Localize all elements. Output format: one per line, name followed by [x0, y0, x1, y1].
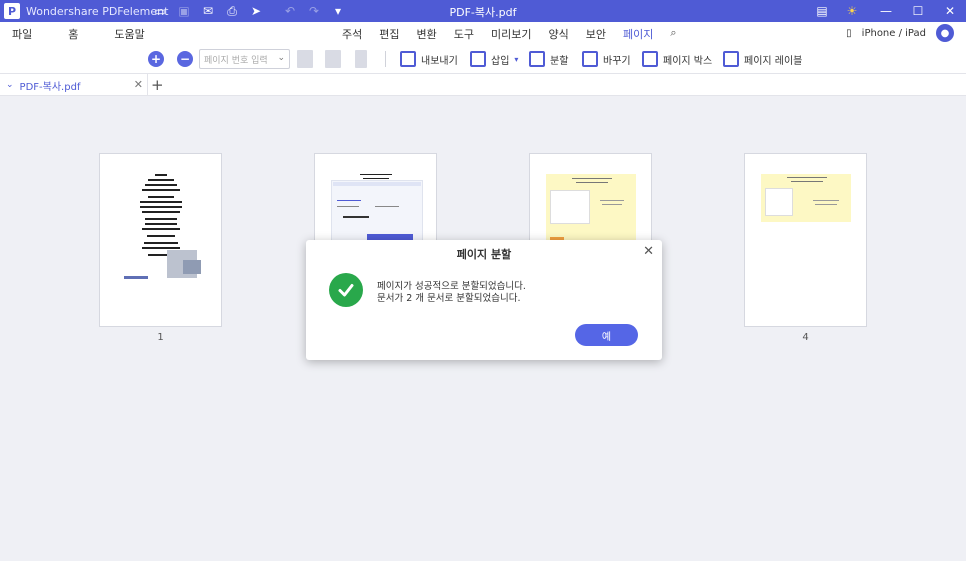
title-bar: P Wondershare PDFelement ▭ ▣ ✉ ⎙ ➤ ↶ ↷ ▾… — [0, 0, 966, 22]
quick-access-toolbar: ▭ ▣ ✉ ⎙ ➤ ↶ ↷ ▾ — [152, 3, 346, 19]
menu-protect[interactable]: 보안 — [586, 26, 606, 46]
page-label-icon — [723, 51, 739, 67]
menu-tools[interactable]: 도구 — [454, 26, 474, 46]
maximize-icon[interactable]: ☐ — [902, 0, 934, 22]
search-icon[interactable]: ⌕ — [670, 26, 676, 46]
share-icon[interactable]: ➤ — [248, 3, 264, 19]
user-avatar[interactable]: ● — [936, 24, 954, 42]
replace-button[interactable]: 바꾸기 — [582, 51, 631, 67]
customize-dropdown-icon[interactable]: ▾ — [330, 3, 346, 19]
page-thumbnail[interactable] — [99, 153, 222, 327]
menu-tabs: 주석 편집 변환 도구 미리보기 양식 보안 페이지 ⌕ — [342, 26, 677, 46]
insert-icon — [470, 51, 486, 67]
menu-file[interactable]: 파일 — [12, 26, 32, 42]
close-icon[interactable]: ✕ — [643, 244, 654, 259]
page-number-placeholder: 페이지 번호 입력 — [204, 56, 268, 66]
menu-comment[interactable]: 주석 — [342, 26, 362, 46]
check-icon — [338, 284, 354, 297]
document-tabs: ⌄ PDF-복사.pdf ✕ + — [0, 74, 966, 96]
split-icon — [529, 51, 545, 67]
success-check-icon — [329, 273, 363, 307]
titlebar-extras: ▤ ☀ — [814, 3, 860, 19]
replace-icon — [582, 51, 598, 67]
export-icon — [400, 51, 416, 67]
menu-convert[interactable]: 변환 — [417, 26, 437, 46]
page-number: 1 — [157, 332, 164, 343]
dialog-message-line2: 문서가 2 개 문서로 분할되었습니다. — [377, 293, 521, 304]
menu-left: 파일 홈 도움말 — [12, 26, 145, 42]
page-box-button[interactable]: 페이지 박스 — [642, 51, 712, 67]
chevron-down-icon: ▾ — [514, 54, 519, 64]
zoom-out-icon[interactable]: − — [177, 51, 193, 67]
page-box-label: 페이지 박스 — [663, 55, 713, 67]
export-label: 내보내기 — [421, 55, 458, 67]
menu-help[interactable]: 도움말 — [114, 26, 144, 42]
split-label: 분할 — [550, 55, 569, 67]
print-icon[interactable]: ⎙ — [224, 3, 240, 19]
page-number-input[interactable]: 페이지 번호 입력 ⌄ — [199, 49, 290, 69]
page-label-button[interactable]: 페이지 레이블 — [723, 51, 802, 67]
menu-view[interactable]: 미리보기 — [491, 26, 531, 46]
insert-button[interactable]: 삽입 ▾ — [470, 51, 518, 67]
menu-bar: 파일 홈 도움말 주석 편집 변환 도구 미리보기 양식 보안 페이지 ⌕ ▯ … — [0, 22, 966, 46]
document-tab[interactable]: ⌄ PDF-복사.pdf ✕ — [0, 74, 148, 96]
theme-sun-icon[interactable]: ☀ — [844, 3, 860, 19]
app-logo-icon: P — [4, 3, 20, 19]
replace-label: 바꾸기 — [603, 55, 631, 67]
page-thumbnail[interactable] — [744, 153, 867, 327]
page-toolbar: + − 페이지 번호 입력 ⌄ 내보내기 삽입 ▾ 분할 바꾸기 페이지 박스 … — [0, 44, 966, 74]
app-name: Wondershare PDFelement — [26, 4, 169, 18]
open-folder-icon[interactable]: ▭ — [152, 3, 168, 19]
menu-home[interactable]: 홈 — [68, 26, 78, 42]
delete-page-icon[interactable] — [355, 50, 367, 68]
add-tab-icon[interactable]: + — [151, 76, 164, 94]
close-tab-icon[interactable]: ✕ — [134, 78, 143, 91]
insert-label: 삽입 — [491, 55, 510, 67]
menu-page[interactable]: 페이지 — [622, 26, 654, 46]
chevron-down-icon[interactable]: ⌄ — [6, 80, 14, 90]
page-number: 4 — [802, 332, 809, 343]
menu-right: ▯ iPhone / iPad ● — [846, 24, 954, 42]
rotate-page-icon[interactable] — [325, 50, 341, 68]
split-button[interactable]: 분할 — [529, 51, 568, 67]
toolbar-divider — [385, 51, 386, 67]
undo-icon[interactable]: ↶ — [282, 3, 298, 19]
redo-icon[interactable]: ↷ — [306, 3, 322, 19]
minimize-icon[interactable]: — — [870, 0, 902, 22]
ok-button[interactable]: 예 — [575, 324, 638, 346]
zoom-in-icon[interactable]: + — [148, 51, 164, 67]
export-button[interactable]: 내보내기 — [400, 51, 458, 67]
tab-name: PDF-복사.pdf — [19, 81, 81, 93]
menu-edit[interactable]: 편집 — [379, 26, 399, 46]
window-controls: — ☐ ✕ — [870, 0, 966, 22]
feedback-icon[interactable]: ▤ — [814, 3, 830, 19]
menu-form[interactable]: 양식 — [548, 26, 568, 46]
chevron-down-icon[interactable]: ⌄ — [277, 53, 285, 63]
mail-icon[interactable]: ✉ — [200, 3, 216, 19]
close-window-icon[interactable]: ✕ — [934, 0, 966, 22]
device-link[interactable]: iPhone / iPad — [862, 28, 926, 39]
extract-page-icon[interactable] — [297, 50, 313, 68]
page-label-label: 페이지 레이블 — [744, 55, 803, 67]
phone-icon: ▯ — [846, 27, 852, 39]
split-success-dialog: 페이지 분할 ✕ 페이지가 성공적으로 분할되었습니다. 문서가 2 개 문서로… — [306, 240, 662, 360]
page-box-icon — [642, 51, 658, 67]
save-icon[interactable]: ▣ — [176, 3, 192, 19]
dialog-title: 페이지 분할 — [456, 248, 512, 261]
